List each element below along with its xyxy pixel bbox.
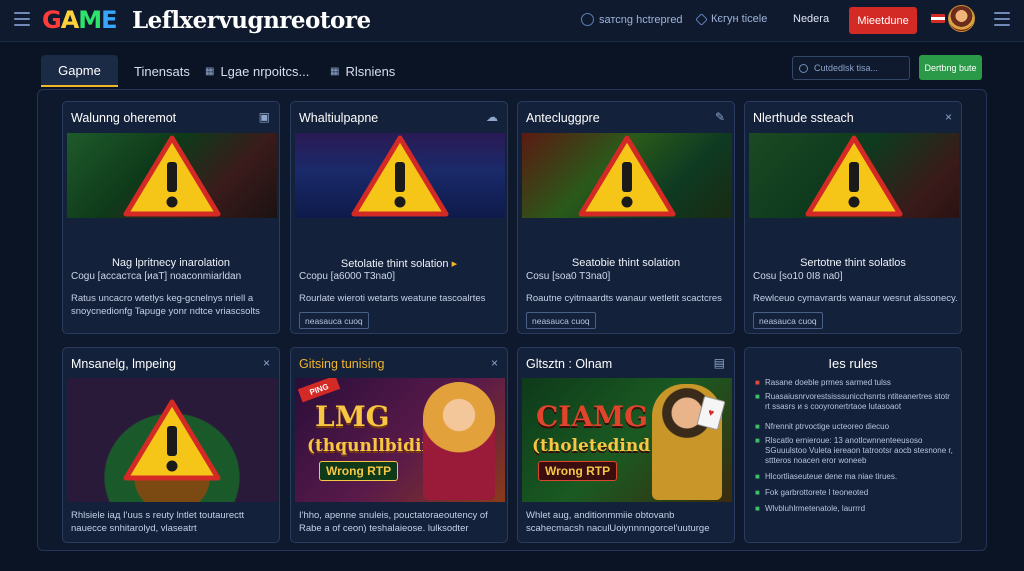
globe-icon (581, 13, 594, 26)
rule-item: ■ Rlscatlo ernieroue: 13 anotlcwnnenteeus… (755, 436, 953, 465)
diamond-icon (695, 12, 708, 26)
header-link-casino-reporter[interactable]: sатсng hctrepred (581, 13, 683, 26)
page-title: Leflxerᴠugnreotore (132, 7, 371, 34)
info-sub: Cosu [soa0 T3na0] (526, 271, 611, 282)
bullet-icon: ■ (755, 504, 760, 513)
cloud-icon[interactable]: ☁ (486, 110, 498, 124)
game-thumbnail[interactable] (522, 133, 732, 218)
card-title: Whaltiulpapne (299, 111, 379, 125)
card-tag[interactable]: neasauca cuoq (753, 312, 823, 329)
game-card[interactable]: Gitsing tunising × PING LMG (thqunllbidi… (290, 347, 508, 543)
bullet-icon: ■ (755, 488, 760, 497)
rule-item: ■ Rasane doeble prmes sarmed tulss (755, 378, 891, 387)
card-description: Whlet aug, anditionmmiie obtovanb scahec… (526, 510, 710, 534)
close-icon[interactable]: × (945, 110, 952, 124)
card-title: Nlerthude ssteach (753, 111, 854, 125)
info-sub: Ccopu [a6000 T3na0] (299, 271, 396, 282)
warning-icon (123, 135, 221, 216)
banner-title: LMG (315, 400, 390, 433)
warning-icon (805, 135, 903, 216)
info-sub: Cosu [so10 0I8 na0] (753, 271, 843, 282)
rules-title: Ies rules (828, 356, 878, 371)
bullet-icon: ■ (755, 472, 760, 481)
close-icon[interactable]: × (491, 356, 498, 370)
game-card[interactable]: Nlerthude ssteach × Sertotne thint solat… (744, 101, 962, 334)
bullet-icon: ■ (755, 378, 760, 387)
search-input[interactable]: Сutdedlsk tisa... (792, 56, 910, 80)
bullet-icon: ■ (755, 392, 760, 401)
card-tag[interactable]: neasauca cuoq (299, 312, 369, 329)
banner-title: CIAMG (536, 400, 649, 433)
card-title: Mnsanelg, lmpeing (71, 357, 176, 371)
top-bar: GAME Leflxerᴠugnreotore sатсng hctrepred… (0, 0, 1024, 42)
hot-badge: PING (297, 378, 341, 403)
info-title: Setolatie thint solation ▸ (340, 258, 458, 270)
grid-icon: ▦ (330, 65, 340, 77)
warning-icon (351, 135, 449, 216)
game-thumbnail[interactable] (749, 133, 959, 218)
menu-icon[interactable] (14, 12, 30, 26)
tab-reviews[interactable]: ▦ Rlsniens (330, 55, 395, 87)
header-link-tickets[interactable]: Кєгун ticele (695, 12, 767, 26)
game-thumbnail[interactable] (295, 133, 505, 218)
rule-item: ■ Nfrennit ptrvoctige ucteoreo diecuo (755, 422, 890, 431)
info-title: Nag lpritnecy inarolation (111, 257, 230, 269)
rule-item: ■ Hlcortliaseuteue dene ma niae tirues. (755, 472, 898, 481)
close-icon[interactable]: × (263, 356, 270, 370)
search-icon (799, 63, 808, 73)
info-title: Sertotne thint solatlos (800, 257, 906, 269)
tab-game-reports[interactable]: ▦ Lgae nrpoitcs... (205, 55, 309, 87)
wrong-rtp-label: Wrong RTP (319, 461, 399, 481)
chart-icon: ▦ (205, 65, 215, 77)
info-title: Seatobie thint solation (571, 257, 681, 269)
warning-icon (578, 135, 676, 216)
share-icon[interactable]: ▣ (259, 110, 270, 124)
menu-icon-right[interactable] (994, 12, 1010, 26)
card-description: Rhlsiele iaд I'uus s reuty lntlet toutau… (71, 510, 245, 534)
detect-button[interactable]: Dertbng bute (919, 55, 982, 80)
game-thumbnail[interactable] (67, 378, 277, 502)
rule-item: ■ Ruasaiusnrvorestsisssunicchsnrts ntitea… (755, 392, 950, 411)
avatar[interactable] (948, 5, 975, 32)
wrong-rtp-label: Wrong RTP (538, 461, 618, 481)
game-card[interactable]: Whaltiulpapne ☁ Setolatie thint solation… (290, 101, 508, 334)
bullet-icon: ■ (755, 422, 760, 431)
card-title: Antecluggpre (526, 111, 600, 125)
tab-statistics[interactable]: Tinensats (134, 55, 190, 87)
card-tag[interactable]: neasauca cuoq (526, 312, 596, 329)
info-sub: Cogu [ассастса [иаТ] noaconmiarldan (71, 271, 242, 282)
game-thumbnail[interactable]: PING LMG (thqunllbiding Wrong RTP (295, 378, 505, 502)
game-card[interactable]: Mnsanelg, lmpeing × Rhlsiele iaд I'uus s… (62, 347, 280, 543)
game-card[interactable]: Walunng oheremot ▣ Nag lpritnecy inarola… (62, 101, 280, 334)
image-icon[interactable]: ▤ (714, 356, 725, 370)
tab-games[interactable]: Gapme (41, 55, 118, 87)
rule-item: ■ Wlvbluhlrmetenatole, laurrrd (755, 504, 866, 513)
game-thumbnail[interactable]: CIAMG (tholetedind Wrong RTP ♥ (522, 378, 732, 502)
card-description: I'hho, apenne snuleis, pouctatoraeoutenc… (299, 510, 488, 534)
banner-subtitle: (tholetedind (532, 436, 651, 456)
brand-logo[interactable]: GAME (42, 6, 118, 34)
character-image (423, 382, 495, 500)
header-link-nedera[interactable]: Nedera (793, 13, 829, 25)
header-cta-button[interactable]: Mieetdune (849, 7, 917, 34)
bullet-icon: ■ (755, 436, 760, 445)
rules-panel: Ies rules ■ Rasane doeble prmes sarmed tu… (744, 347, 962, 543)
card-description: Rourlate wieroti wetarts weatune tascoal… (299, 293, 486, 304)
card-description: Rewlceuo cymavrards wanaur wesrut alsson… (753, 293, 958, 304)
card-title: Gitsing tunising (299, 357, 385, 371)
warning-icon (123, 399, 221, 481)
card-title: Walunng oheremot (71, 111, 177, 125)
game-card[interactable]: Gltsztn : Olnam ▤ CIAMG (tholetedind Wro… (517, 347, 735, 543)
card-description: Ratus uncacro wtetlys keg-gcnelnys nriel… (71, 293, 260, 317)
edit-icon[interactable]: ✎ (715, 110, 725, 124)
flag-icon (931, 14, 945, 23)
game-card[interactable]: Antecluggpre ✎ Seatobie thint solation C… (517, 101, 735, 334)
card-title: Gltsztn : Olnam (526, 357, 613, 371)
card-description: Roautne cyitmaardts wanaur wetletit scac… (526, 293, 722, 304)
game-thumbnail[interactable] (67, 133, 277, 218)
rule-item: ■ Fok garbrottorete l teoneoted (755, 488, 869, 497)
